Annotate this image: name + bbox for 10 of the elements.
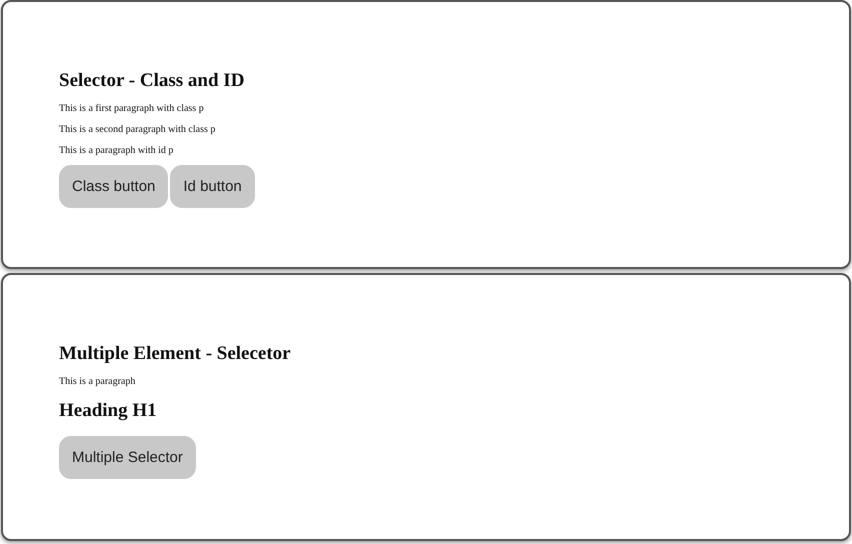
paragraph: This is a second paragraph with class p — [59, 123, 216, 136]
action-button[interactable]: Class button — [59, 165, 168, 208]
section-heading: Selector - Class and ID — [59, 70, 246, 92]
paragraph: This is a paragraph — [59, 374, 136, 388]
heading: Heading H1 — [59, 400, 158, 422]
paragraph: This is a first paragraph with class p — [59, 102, 205, 115]
section-heading: Multiple Element - Selecetor — [59, 342, 292, 364]
action-button[interactable]: Id button — [170, 165, 255, 208]
action-button[interactable]: Multiple Selector — [59, 436, 196, 478]
paragraph: This is a paragraph with id p — [59, 144, 174, 157]
